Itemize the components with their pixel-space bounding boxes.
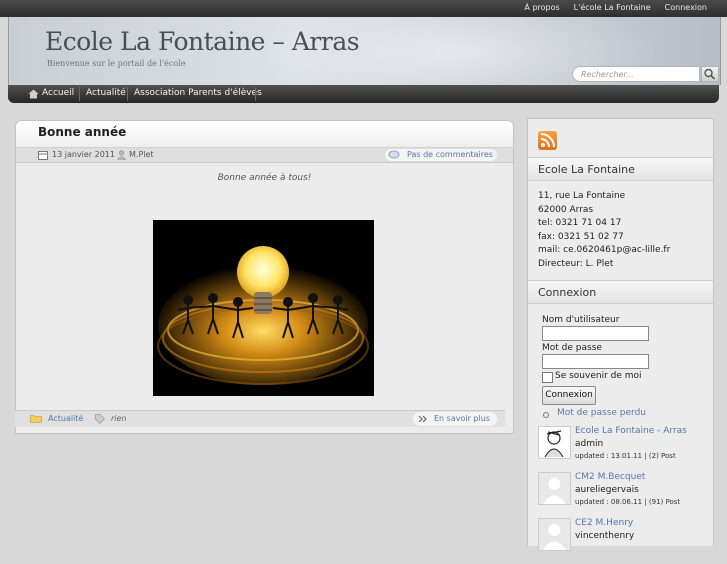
search-icon [704,68,716,80]
post-body: Bonne année à tous! [16,163,513,433]
nav-label-home: Accueil [42,88,75,98]
username-field[interactable] [542,326,649,341]
avatar[interactable] [538,472,571,505]
lost-password-row: Mot de passe perdu [528,408,713,422]
login-submit-button[interactable]: Connexion [542,386,596,405]
school-fax: fax: 0321 51 02 77 [538,231,624,242]
default-avatar-icon [543,478,566,504]
top-link-login[interactable]: Connexion [665,3,707,12]
search-button[interactable] [701,66,719,82]
post-tags: rien [111,414,127,423]
users-list: Ecole La Fontaine - Arras admin updated … [528,426,713,564]
calendar-icon [38,151,48,160]
lightbulb-illustration [153,220,374,396]
post-category[interactable]: Actualité [48,414,83,423]
site-header: Ecole La Fontaine – Arras Bienvenue sur … [8,17,721,85]
password-field[interactable] [542,354,649,369]
main-nav: Accueil Actualité Association Parents d'… [8,85,719,103]
school-info: 11, rue La Fontaine 62000 Arras tel: 032… [528,181,713,272]
comment-icon [388,150,400,159]
rss-icon[interactable] [538,131,557,150]
login-widget-title: Connexion [528,280,713,304]
rss-glyph [540,133,555,148]
list-item: CE2 M.Henry vincenthenry [528,518,713,564]
search-input[interactable]: Rechercher... [572,66,700,82]
nav-divider [79,87,80,101]
post-title[interactable]: Bonne année [16,121,513,148]
list-item: CM2 M.Becquet aureliegervais updated : 0… [528,472,713,518]
rss-widget [528,119,713,157]
top-links: À propos L'école La Fontaine Connexion [524,3,707,12]
top-bar: À propos L'école La Fontaine Connexion [0,0,727,17]
post-date: 13 janvier 2011 [52,150,115,159]
user-name-link[interactable]: Ecole La Fontaine - Arras [575,426,687,436]
search-form: Rechercher... [572,66,720,83]
post: Bonne année 13 janvier 2011 M.Plet Pas d… [15,120,514,434]
school-director: Directeur: L. Plet [538,258,614,269]
school-phone: tel: 0321 71 04 17 [538,218,622,228]
default-avatar-icon [543,524,566,550]
school-address: 11, rue La Fontaine [538,191,626,201]
post-text: Bonne année à tous! [217,173,312,183]
home-icon [28,89,39,99]
top-link-about[interactable]: À propos [524,3,559,12]
school-widget-title: Ecole La Fontaine [528,157,713,181]
user-name-link[interactable]: CM2 M.Becquet [575,472,645,482]
user-login: vincenthenry [575,531,635,541]
user-icon [117,150,126,160]
sidebar: Ecole La Fontaine 11, rue La Fontaine 62… [527,118,714,551]
post-footer: Actualité rien En savoir plus [15,410,505,427]
nav-divider [255,87,256,101]
site-description: Bienvenue sur le portail de l'école [47,59,186,68]
tag-icon [95,414,105,424]
password-label: Mot de passe [542,343,602,353]
read-more-link[interactable]: En savoir plus [413,412,497,426]
nav-label-parents: Association Parents d'élèves [134,88,262,98]
remember-checkbox[interactable] [542,372,553,383]
avatar[interactable] [538,426,571,459]
remember-row: Se souvenir de moi [528,371,713,385]
nav-item-parents[interactable]: Association Parents d'élèves [134,85,262,103]
bullet-icon [543,412,549,418]
school-city: 62000 Arras [538,204,594,215]
user-meta: updated : 13.01.11 | (2) Post [575,452,676,460]
post-author[interactable]: M.Plet [129,150,154,159]
remember-label: Se souvenir de moi [555,371,642,381]
nav-label-news: Actualité [86,88,126,98]
lost-password-link[interactable]: Mot de passe perdu [557,408,646,418]
user-meta: updated : 08.06.11 | (91) Post [575,498,681,506]
user-login: aureliegervais [575,485,639,495]
double-chevron-icon [418,415,427,423]
school-email: mail: ce.0620461p@ac-lille.fr [538,245,671,255]
caricature-avatar [544,430,564,458]
comments-label: Pas de commentaires [407,150,493,159]
nav-item-news[interactable]: Actualité [86,85,126,103]
login-form: Nom d'utilisateur Mot de passe Se souven… [528,304,713,422]
lightbulb-image [153,220,374,396]
nav-divider [127,87,128,101]
comments-link[interactable]: Pas de commentaires [385,149,497,161]
user-name-link[interactable]: CE2 M.Henry [575,518,633,528]
post-meta: 13 janvier 2011 M.Plet Pas de commentair… [16,148,513,163]
user-login: admin [575,439,604,449]
list-item: Ecole La Fontaine - Arras admin updated … [528,426,713,472]
read-more-label: En savoir plus [434,414,490,423]
folder-icon [30,415,42,423]
username-label: Nom d'utilisateur [542,315,620,325]
top-link-school[interactable]: L'école La Fontaine [574,3,651,12]
avatar[interactable] [538,518,571,551]
site-title[interactable]: Ecole La Fontaine – Arras [45,27,360,56]
